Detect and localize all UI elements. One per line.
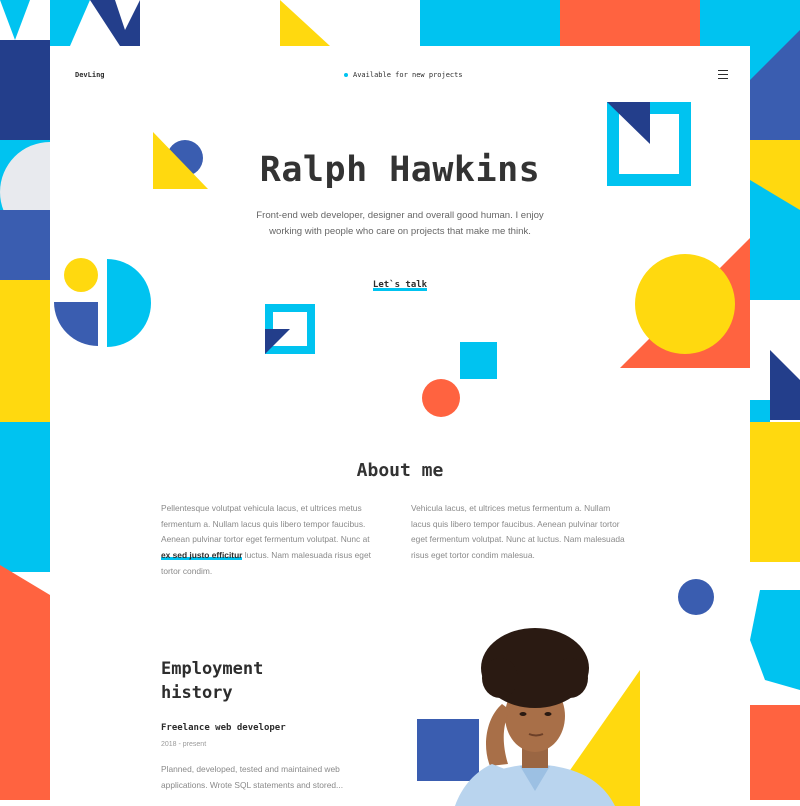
about-title: About me — [356, 460, 444, 481]
employment-title: Employment history — [161, 659, 264, 703]
lets-talk-link[interactable]: Let`s talk — [372, 280, 428, 291]
job-title: Freelance web developer — [161, 723, 286, 733]
hero-subtitle: Front-end web developer, designer and ov… — [256, 210, 544, 237]
portrait-illustration — [417, 628, 640, 806]
job-dates: 2018 - present — [161, 741, 207, 748]
portfolio-card: DevLing Available for new projects Ralph… — [50, 46, 750, 806]
about-highlight-link[interactable]: ex sed justo efficitur — [161, 550, 243, 561]
hero-name: Ralph Hawkins — [259, 150, 541, 190]
about-paragraph-2: Vehicula lacus, et ultrices metus fermen… — [411, 503, 625, 561]
job-description: Planned, developed, tested and maintaine… — [161, 764, 344, 790]
about-text-1a: Pellentesque volutpat vehicula lacus, et… — [161, 503, 370, 545]
cta-container: Let`s talk — [50, 274, 750, 292]
about-paragraph-1: Pellentesque volutpat vehicula lacus, et… — [161, 501, 381, 580]
avatar — [455, 628, 615, 806]
